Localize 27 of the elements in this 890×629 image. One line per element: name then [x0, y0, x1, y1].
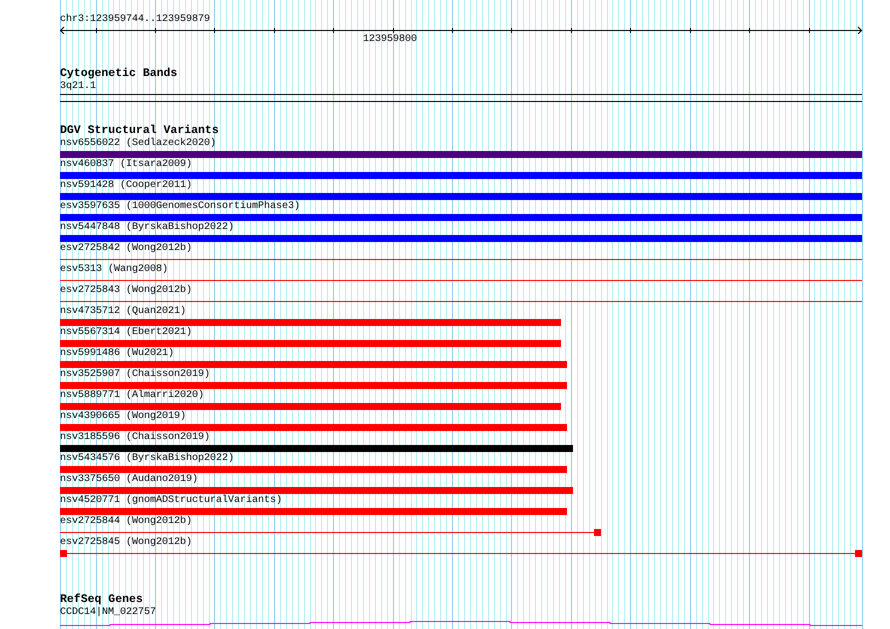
variant-label: esv3597635 (1000GenomesConsortiumPhase3) — [60, 201, 300, 213]
track-title: Cytogenetic Bands — [60, 68, 178, 80]
variant-label: esv5313 (Wang2008) — [60, 264, 168, 276]
variant-label: nsv4390665 (Wong2019) — [60, 411, 186, 423]
track-title: RefSeq Genes — [60, 594, 143, 606]
tick-label: 123959800 — [363, 34, 418, 46]
band-label: 3q21.1 — [60, 81, 96, 93]
variant-label: nsv4735712 (Quan2021) — [60, 306, 186, 318]
location-label: chr3:123959744..123959879 — [60, 14, 210, 26]
variant-label: nsv5434576 (ByrskaBishop2022) — [60, 453, 234, 465]
variant-label: nsv3375650 (Audano2019) — [60, 474, 198, 486]
variant-label: esv2725842 (Wong2012b) — [60, 243, 192, 255]
variant-label: esv2725845 (Wong2012b) — [60, 537, 192, 549]
variant-label: nsv5889771 (Almarri2020) — [60, 390, 204, 402]
variant-label: esv2725844 (Wong2012b) — [60, 516, 192, 528]
variant-label: esv2725843 (Wong2012b) — [60, 285, 192, 297]
variant-label: nsv5991486 (Wu2021) — [60, 348, 174, 360]
variant-label: nsv3525907 (Chaisson2019) — [60, 369, 210, 381]
track-title: DGV Structural Variants — [60, 125, 219, 137]
gene-label: CCDC14|NM_022757 — [60, 607, 156, 619]
variant-label: nsv460837 (Itsara2009) — [60, 159, 192, 171]
variant-label: nsv5447848 (ByrskaBishop2022) — [60, 222, 234, 234]
variant-label: nsv591428 (Cooper2011) — [60, 180, 192, 192]
variant-label: nsv6556022 (Sedlazeck2020) — [60, 138, 216, 150]
variant-label: nsv4520771 (gnomADStructuralVariants) — [60, 495, 282, 507]
variant-label: nsv5567314 (Ebert2021) — [60, 327, 192, 339]
variant-label: nsv3185596 (Chaisson2019) — [60, 432, 210, 444]
